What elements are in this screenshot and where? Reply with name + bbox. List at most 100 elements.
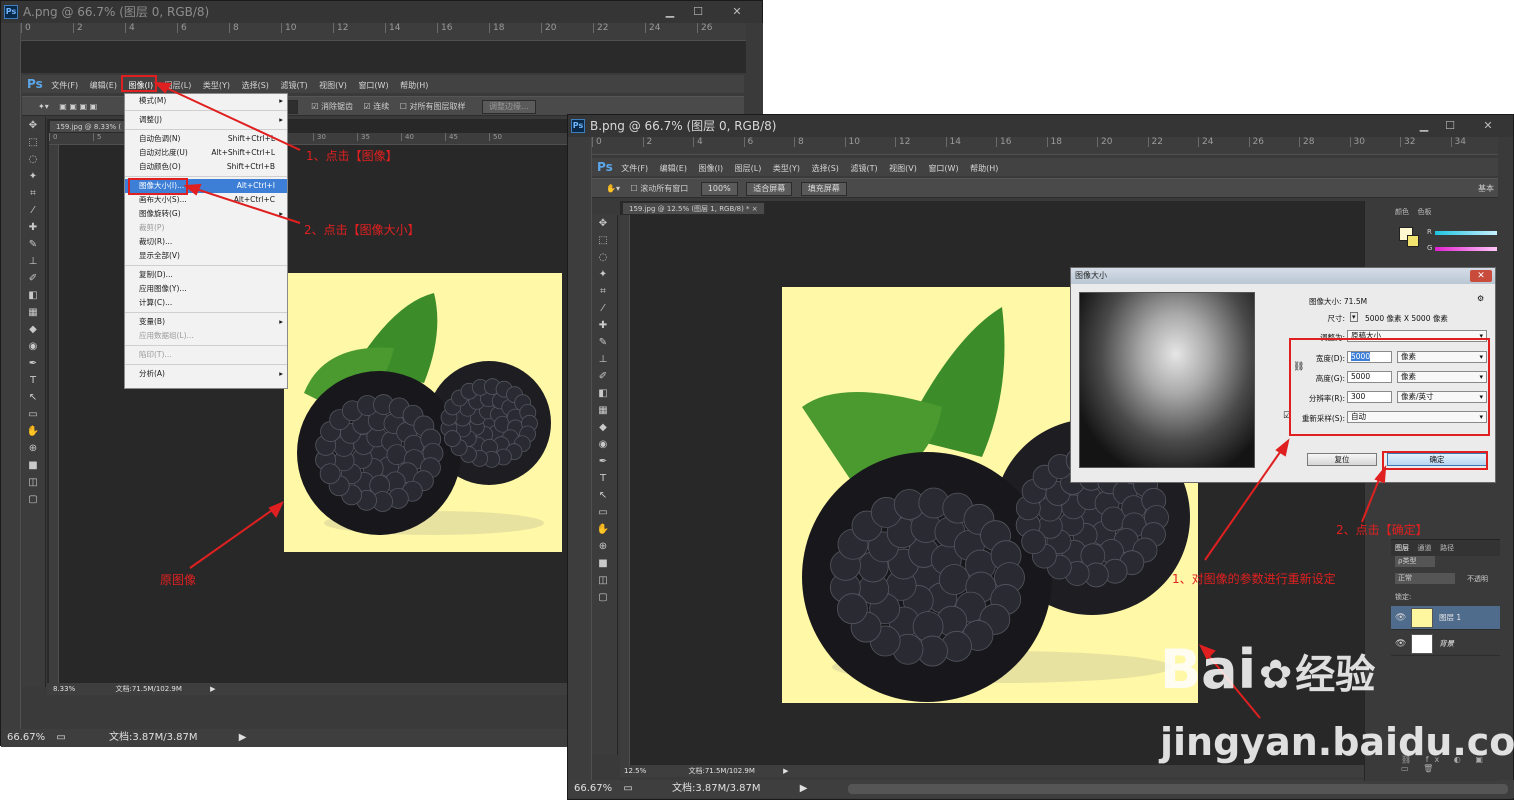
scroll-all-checkbox[interactable]: ☐ 滚动所有窗口 [631, 184, 689, 193]
color-panel-tabs: 颜色 色板 [1395, 207, 1438, 217]
menu-filter[interactable]: 滤镜(T) [850, 164, 877, 173]
left-outer-doc-info: 文档:3.87M/3.87M [108, 732, 198, 743]
tool-icon[interactable]: ▦ [592, 402, 614, 419]
ruler-tick-label: 10 [844, 137, 896, 147]
tool-icon[interactable]: T [592, 470, 614, 487]
ruler-tick-label: 34 [1450, 137, 1499, 147]
fit-screen-button[interactable]: 适合屏幕 [746, 182, 793, 196]
dimensions-label: 尺寸: [1327, 314, 1345, 323]
dimensions-dropdown-icon[interactable]: ▾ [1350, 312, 1358, 322]
close-icon[interactable]: ✕ [1468, 118, 1508, 133]
tool-icon[interactable]: ▭ [592, 504, 614, 521]
tool-icon[interactable]: ⁄ [592, 300, 614, 317]
right-outer-status-bar: 66.67% ▭ 文档:3.87M/3.87M ▶ [568, 780, 1514, 798]
tool-icon[interactable]: ✒ [592, 453, 614, 470]
right-window-titlebar[interactable]: Ps B.png @ 66.7% (图层 0, RGB/8) ▁ ☐ ✕ [568, 115, 1513, 137]
photoshop-app-icon: Ps [571, 119, 585, 133]
horizontal-scrollbar[interactable] [848, 784, 1508, 794]
annotation-original: 原图像 [160, 573, 197, 587]
hand-tool-icon[interactable]: ✋▾ [606, 184, 620, 193]
close-tab-icon[interactable]: × [752, 205, 758, 213]
right-outer-zoom[interactable]: 66.67% [574, 783, 612, 794]
fill-screen-button[interactable]: 填充屏幕 [800, 182, 847, 196]
tool-icon[interactable]: ✐ [592, 368, 614, 385]
workspace-label[interactable]: 基本 [1478, 179, 1494, 199]
drupelet [938, 564, 970, 595]
menu-image[interactable]: 图像(I) [699, 164, 724, 173]
ruler-tick-label: 6 [743, 137, 795, 147]
dialog-titlebar[interactable]: 图像大小 ✕ [1071, 268, 1495, 284]
ruler-tick-label: 18 [1046, 137, 1098, 147]
right-window-title: B.png @ 66.7% (图层 0, RGB/8) [590, 119, 777, 133]
tool-icon[interactable]: ✥ [592, 215, 614, 232]
tool-icon[interactable]: ◉ [592, 436, 614, 453]
tool-icon[interactable]: ✦ [592, 266, 614, 283]
right-doc-tab[interactable]: 159.jpg @ 12.5% (图层 1, RGB/8) * × [622, 202, 765, 215]
status-arrow-icon[interactable]: ▶ [800, 783, 808, 794]
ruler-tick-label: 30 [1349, 137, 1401, 147]
paw-icon: ✿ [1258, 652, 1293, 698]
ruler-tick-label: 2 [642, 137, 694, 147]
right-outer-doc-info: 文档:3.87M/3.87M [671, 783, 761, 794]
tool-icon[interactable]: ◧ [592, 385, 614, 402]
tool-icon[interactable]: ■ [592, 555, 614, 572]
tool-icon[interactable]: ↖ [592, 487, 614, 504]
ruler-tick-label: 22 [1147, 137, 1199, 147]
zoom-100-button[interactable]: 100% [700, 182, 738, 196]
menu-window[interactable]: 窗口(W) [928, 164, 958, 173]
menu-layer[interactable]: 图层(L) [735, 164, 762, 173]
tool-icon[interactable]: ◌ [592, 249, 614, 266]
background-color-swatch[interactable] [1407, 235, 1419, 247]
drupelet [836, 593, 868, 625]
tab-swatches[interactable]: 色板 [1418, 207, 1432, 217]
right-inner-vertical-ruler [620, 215, 630, 767]
tool-icon[interactable]: ⬚ [592, 232, 614, 249]
tab-color[interactable]: 颜色 [1395, 207, 1409, 217]
menu-select[interactable]: 选择(S) [812, 164, 839, 173]
baidu-watermark: Bai ✿ 经验 [1160, 638, 1375, 701]
right-tools-panel: ✥ ⬚ ◌ ✦ ⌗ ⁄ ✚ ✎ ⊥ ✐ ◧ ▦ ◆ ◉ ✒ T ↖ ▭ ✋ ⊕ ■ ◫ ▢ [592, 215, 618, 755]
ruler-tick-label: 8 [794, 137, 845, 147]
tool-icon[interactable]: ⌗ [592, 283, 614, 300]
right-inner-zoom[interactable]: 12.5% [624, 767, 646, 775]
annotation-step2-right: 2、点击【确定】 [1336, 523, 1428, 537]
tool-icon[interactable]: ✋ [592, 521, 614, 538]
menu-file[interactable]: 文件(F) [621, 164, 648, 173]
tool-icon[interactable]: ⊥ [592, 351, 614, 368]
ruler-tick-label: 0 [592, 137, 643, 147]
menu-view[interactable]: 视图(V) [889, 164, 917, 173]
ruler-tick-label: 28 [1299, 137, 1350, 147]
tool-icon[interactable]: ⊕ [592, 538, 614, 555]
tool-icon[interactable]: ◫ [592, 572, 614, 589]
menu-edit[interactable]: 编辑(E) [660, 164, 687, 173]
watermark-brand: 经验 [1295, 652, 1376, 698]
ruler-tick-label: 14 [945, 137, 997, 147]
watermark-url: jingyan.baidu.com [1160, 720, 1514, 764]
close-icon[interactable]: ✕ [1470, 270, 1492, 282]
right-inner-doc-info: 文档:71.5M/102.9M [688, 767, 755, 775]
ruler-tick-label: 26 [1248, 137, 1300, 147]
tool-icon[interactable]: ✚ [592, 317, 614, 334]
ruler-tick-label: 4 [693, 137, 744, 147]
tool-icon[interactable]: ◆ [592, 419, 614, 436]
right-inner-status-bar: 12.5% 文档:71.5M/102.9M ▶ [620, 765, 1364, 777]
ps-logo: Ps [597, 160, 613, 174]
maximize-icon[interactable]: ☐ [1437, 118, 1463, 133]
channel-g-slider[interactable] [1435, 247, 1497, 251]
settings-gear-icon[interactable]: ⚙ [1477, 294, 1484, 303]
menu-help[interactable]: 帮助(H) [970, 164, 998, 173]
left-outer-zoom[interactable]: 66.67% [7, 732, 45, 743]
channel-r-slider[interactable] [1435, 231, 1497, 235]
status-arrow-icon[interactable]: ▶ [239, 732, 247, 743]
minimize-icon[interactable]: ▁ [1411, 118, 1437, 133]
tool-icon[interactable]: ▢ [592, 589, 614, 606]
right-menubar: Ps 文件(F) 编辑(E) 图像(I) 图层(L) 类型(Y) 选择(S) 滤… [592, 158, 1498, 176]
tool-icon[interactable]: ✎ [592, 334, 614, 351]
ruler-tick-label: 32 [1400, 137, 1451, 147]
ruler-tick-label: 20 [1097, 137, 1148, 147]
scroll-all-label: 滚动所有窗口 [640, 184, 689, 193]
menu-type[interactable]: 类型(Y) [773, 164, 800, 173]
watermark-logo: Bai [1160, 638, 1257, 701]
right-outer-horizontal-ruler: 0 2 4 6 8 10 12 14 16 18 20 22 24 26 28 30 32 34 [592, 137, 1498, 155]
status-arrow-icon[interactable]: ▶ [783, 767, 788, 775]
